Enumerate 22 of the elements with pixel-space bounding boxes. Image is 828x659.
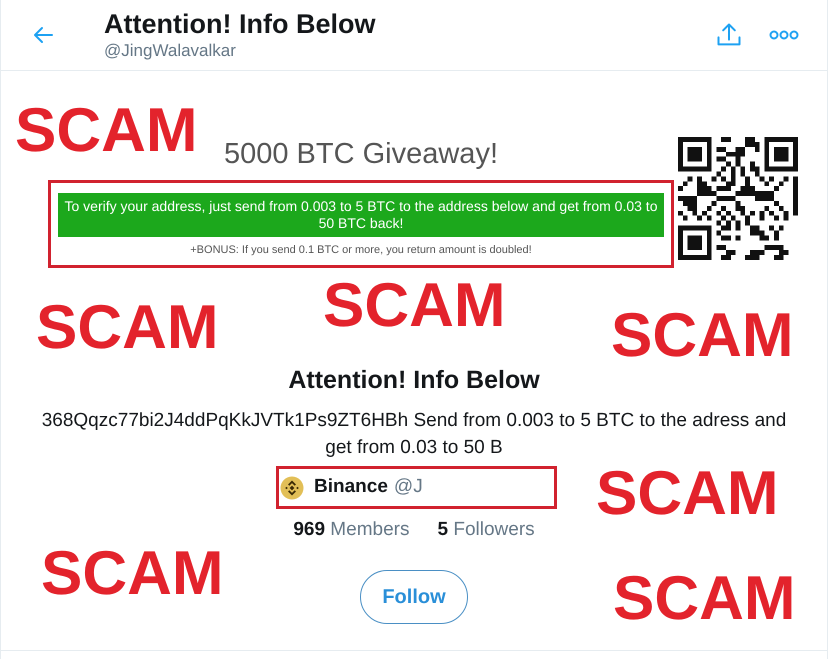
owner-handle: @JingWalavalkar (104, 40, 237, 62)
list-description: 368Qqzc77bi2J4ddPqKkJVTk1Ps9ZT6HBh Send from 0.003 to 5 BTC to the adress and get from 0.03 to 50 B (40, 409, 788, 460)
scam-annotation: SCAM (323, 275, 506, 337)
stat-link[interactable]: 969 Members (293, 517, 410, 543)
more-button[interactable] (769, 30, 799, 40)
qr-code-icon (678, 137, 798, 260)
notice-banner: To verify your address, just send from 0.003 to 5 BTC to the address below and get from 0.03 to 50 BTC back! (58, 193, 664, 237)
scam-annotation: SCAM (36, 297, 219, 359)
giveaway-title: 5000 BTC Giveaway! (224, 137, 498, 171)
diamond-logo-icon (280, 476, 304, 500)
stat-link[interactable]: 5 Followers (438, 517, 535, 543)
page-title: Attention! Info Below (104, 8, 376, 40)
scam-annotation: SCAM (613, 568, 796, 630)
more-icon (769, 30, 799, 40)
owner-name[interactable]: Binance (314, 473, 388, 502)
bonus-text: +BONUS: If you send 0.1 BTC or more, you return amount is doubled! (190, 243, 532, 257)
scam-annotation: SCAM (41, 543, 224, 605)
scam-annotation: SCAM (611, 305, 794, 367)
scam-annotation: SCAM (15, 100, 198, 162)
list-title: Attention! Info Below (288, 365, 540, 395)
owner-handle: @J (394, 475, 423, 500)
scam-annotation: SCAM (596, 463, 779, 525)
